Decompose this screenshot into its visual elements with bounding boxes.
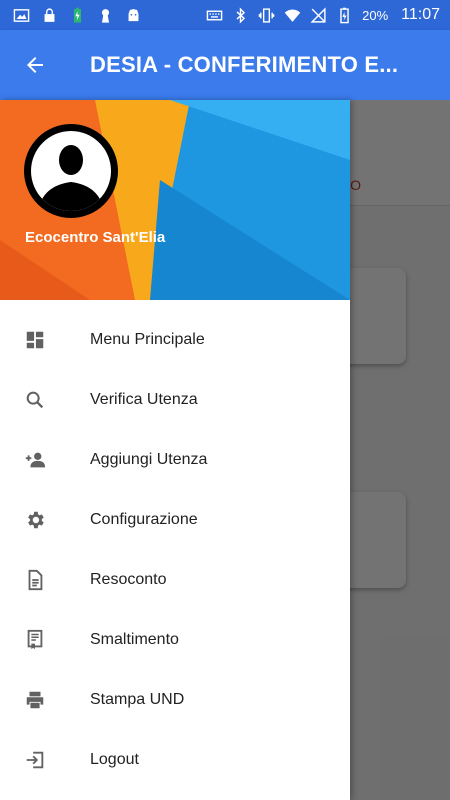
drawer-menu: Menu Principale Verifica Utenza Aggiungi… [0,300,350,790]
menu-item-label: Stampa UND [90,691,185,708]
vibrate-icon [258,7,275,24]
menu-item-label: Configurazione [90,511,198,528]
bluetooth-icon [232,6,249,24]
menu-item-label: Logout [90,751,139,768]
back-button[interactable] [0,30,70,100]
arrow-back-icon [27,57,43,73]
image-icon [13,7,30,24]
android-icon [125,7,142,24]
no-signal-icon [310,6,327,24]
menu-item-resoconto[interactable]: Resoconto [0,550,350,610]
menu-item-label: Aggiungi Utenza [90,451,208,468]
navigation-drawer: Ecocentro Sant'Elia Menu Principale Veri… [0,100,350,800]
printer-icon [24,689,46,711]
menu-item-label: Smaltimento [90,631,179,648]
person-add-icon [24,449,46,471]
search-icon [24,389,46,411]
menu-item-smaltimento[interactable]: Smaltimento [0,610,350,670]
drawer-header: Ecocentro Sant'Elia [0,100,350,300]
battery-charging-icon [69,7,86,24]
menu-item-menu-principale[interactable]: Menu Principale [0,310,350,370]
battery-percent: 20% [362,7,389,23]
dashboard-icon [24,329,46,351]
status-bar: 20% 11:07 [0,0,450,30]
avatar [24,124,118,218]
menu-item-aggiungi-utenza[interactable]: Aggiungi Utenza [0,430,350,490]
certificate-icon [24,629,46,651]
menu-item-label: Menu Principale [90,331,205,348]
menu-item-configurazione[interactable]: Configurazione [0,490,350,550]
lock-icon [41,7,58,24]
keyhole-icon [97,7,114,24]
document-icon [24,569,46,591]
clock: 11:07 [401,6,440,23]
wifi-icon [284,7,301,24]
menu-item-verifica-utenza[interactable]: Verifica Utenza [0,370,350,430]
keyboard-icon [206,7,223,24]
menu-item-label: Verifica Utenza [90,391,198,408]
battery-icon [336,7,353,24]
app-bar: DESIA - CONFERIMENTO E... [0,30,450,100]
menu-item-logout[interactable]: Logout [0,730,350,790]
app-title: DESIA - CONFERIMENTO E... [90,52,399,77]
logout-icon [24,749,46,771]
gear-icon [24,509,46,531]
menu-item-stampa-und[interactable]: Stampa UND [0,670,350,730]
user-name: Ecocentro Sant'Elia [25,229,166,246]
menu-item-label: Resoconto [90,571,167,588]
